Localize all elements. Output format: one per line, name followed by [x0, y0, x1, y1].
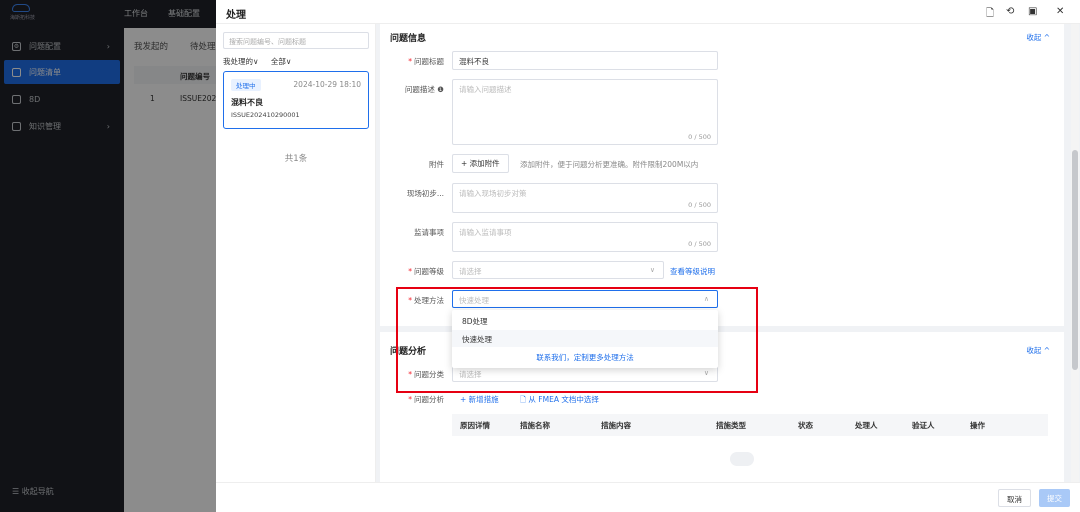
drawer-title: 处理 — [226, 10, 246, 21]
column-header: 验证人 — [912, 421, 935, 430]
document-icon[interactable]: 🗋 — [986, 6, 994, 23]
char-count: 0 / 500 — [688, 201, 711, 209]
level-placeholder: 请选择 — [459, 267, 482, 276]
analysis-label: * 问题分析 — [408, 395, 444, 404]
audit-textarea[interactable]: 请输入监请事项 0 / 500 — [452, 222, 718, 252]
issue-info-section: 问题信息 收起 ^ * 问题标题 混料不良 问题描述 ❶ 请输入问题描述 0 / … — [380, 24, 1064, 326]
filter-all-dropdown[interactable]: 全部∨ — [271, 57, 292, 66]
drawer-header: 处理 🗋 ⟲ ▣ ✕ — [216, 0, 1080, 24]
collapse-analysis-button[interactable]: 收起 ^ — [1026, 345, 1050, 356]
empty-state-icon — [730, 452, 754, 466]
onsite-measures-label: 现场初步... — [406, 189, 444, 198]
onsite-measures-textarea[interactable]: 请输入现场初步对策 0 / 500 — [452, 183, 718, 213]
scrollbar-thumb[interactable] — [1072, 150, 1078, 370]
filter-mine-dropdown[interactable]: 我处理的∨ — [223, 57, 259, 66]
issue-date: 2024-10-29 18:10 — [293, 80, 361, 89]
history-icon[interactable]: ⟲ — [1006, 6, 1014, 17]
search-input[interactable]: 搜索问题编号、问题标题 — [223, 32, 369, 49]
column-header: 处理人 — [855, 421, 878, 430]
modal-overlay[interactable] — [0, 0, 216, 512]
description-label: 问题描述 ❶ — [404, 85, 444, 94]
column-header: 措施类型 — [716, 421, 746, 430]
select-from-fmea-button[interactable]: 🗋 从 FMEA 文档中选择 — [520, 394, 599, 407]
status-badge: 处理中 — [231, 79, 261, 91]
process-drawer: 处理 🗋 ⟲ ▣ ✕ 搜索问题编号、问题标题 我处理的∨ 全部∨ 处理中 202… — [216, 0, 1080, 512]
issue-code: ISSUE202410290001 — [231, 111, 300, 119]
total-count: 共1条 — [284, 154, 308, 164]
highlight-box — [396, 287, 758, 393]
level-label: * 问题等级 — [408, 267, 444, 276]
title-label: * 问题标题 — [408, 57, 444, 66]
view-level-link[interactable]: 查看等级说明 — [670, 266, 715, 277]
issue-list-panel: 搜索问题编号、问题标题 我处理的∨ 全部∨ 处理中 2024-10-29 18:… — [216, 24, 376, 512]
issue-title: 混料不良 — [231, 98, 263, 107]
attachment-label: 附件 — [429, 160, 444, 169]
column-header: 操作 — [970, 421, 985, 430]
add-attachment-button[interactable]: + 添加附件 — [452, 154, 509, 173]
scrollbar[interactable] — [1071, 24, 1079, 482]
clipboard-icon[interactable]: ▣ — [1028, 6, 1037, 17]
measures-table-header: 原因详情 措施名称 措施内容 措施类型 状态 处理人 验证人 操作 — [452, 414, 1048, 436]
chevron-down-icon: ∨ — [649, 266, 655, 274]
onsite-placeholder: 请输入现场初步对策 — [459, 189, 527, 198]
audit-placeholder: 请输入监请事项 — [459, 228, 512, 237]
collapse-info-button[interactable]: 收起 ^ — [1026, 32, 1050, 43]
attachment-hint: 添加附件，便于问题分析更准确。附件限制200M以内 — [520, 160, 699, 169]
char-count: 0 / 500 — [688, 240, 711, 248]
drawer-footer: 取消 提交 — [216, 482, 1080, 512]
audit-label: 监请事项 — [414, 228, 444, 237]
column-header: 状态 — [798, 421, 813, 430]
cancel-button[interactable]: 取消 — [998, 489, 1031, 507]
level-select[interactable]: 请选择 ∨ — [452, 261, 664, 279]
add-measure-button[interactable]: + 新增措施 — [460, 394, 499, 405]
close-icon[interactable]: ✕ — [1056, 6, 1064, 17]
title-input[interactable]: 混料不良 — [452, 51, 718, 70]
section-title: 问题信息 — [390, 34, 427, 44]
char-count: 0 / 500 — [688, 133, 711, 141]
description-placeholder: 请输入问题描述 — [459, 85, 512, 94]
filters: 我处理的∨ 全部∨ — [223, 56, 301, 67]
form-content: 问题信息 收起 ^ * 问题标题 混料不良 问题描述 ❶ 请输入问题描述 0 / … — [376, 24, 1080, 482]
description-textarea[interactable]: 请输入问题描述 0 / 500 — [452, 79, 718, 145]
submit-button[interactable]: 提交 — [1039, 489, 1070, 507]
column-header: 措施内容 — [601, 421, 631, 430]
issue-card[interactable]: 处理中 2024-10-29 18:10 混料不良 ISSUE202410290… — [223, 71, 369, 129]
column-header: 原因详情 — [460, 421, 490, 430]
column-header: 措施名称 — [520, 421, 550, 430]
